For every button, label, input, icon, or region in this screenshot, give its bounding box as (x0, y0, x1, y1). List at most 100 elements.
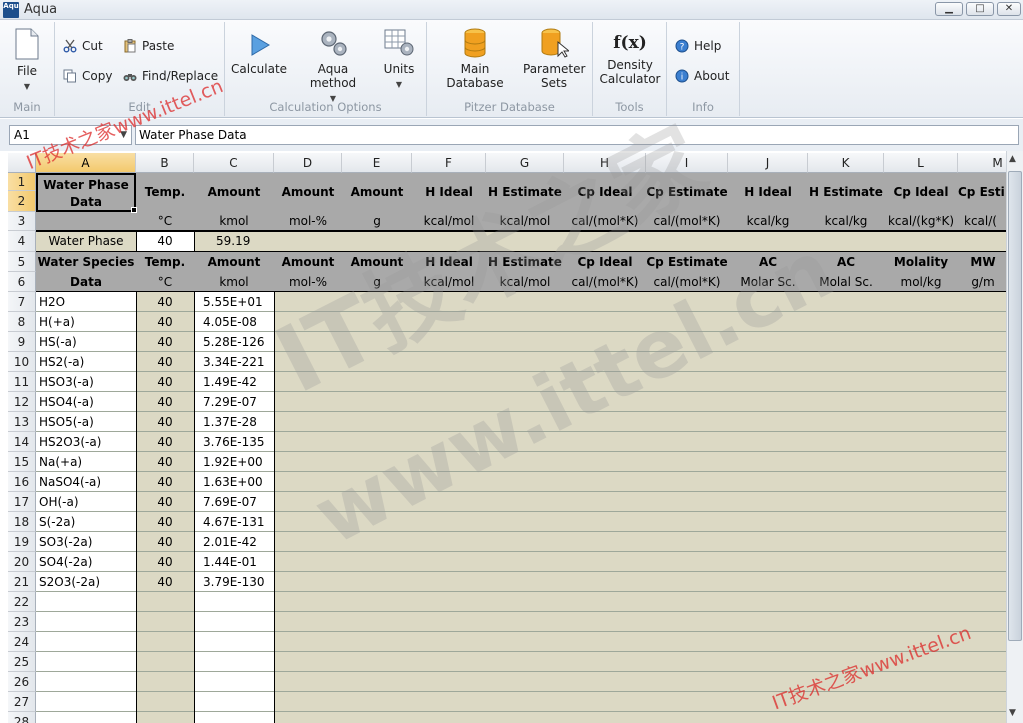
column-header-b[interactable]: B (136, 153, 194, 173)
species-temp-cell[interactable]: 40 (136, 332, 194, 352)
phase-unit-d[interactable]: mol-% (274, 212, 342, 231)
species-header-k[interactable]: AC (808, 252, 884, 272)
phase-unit-b[interactable]: °C (136, 212, 194, 231)
phase-header-d[interactable]: Amount (274, 173, 342, 212)
species-header-i[interactable]: Cp Estimate (646, 252, 728, 272)
species-amount-cell[interactable]: 1.37E-28 (194, 412, 274, 432)
row-header-23[interactable]: 23 (8, 612, 36, 632)
species-unit-j[interactable]: Molar Sc. (728, 272, 808, 292)
species-temp-cell[interactable]: 40 (136, 552, 194, 572)
phase-unit-m[interactable]: kcal/( (958, 212, 1008, 231)
species-temp-cell[interactable]: 40 (136, 432, 194, 452)
row-header-17[interactable]: 17 (8, 492, 36, 512)
phase-unit-f[interactable]: kcal/mol (412, 212, 486, 231)
species-name-cell[interactable]: HSO4(-a) (36, 392, 136, 412)
row-header-8[interactable]: 8 (8, 312, 36, 332)
species-header-m[interactable]: MW (958, 252, 1008, 272)
scrollbar-thumb[interactable] (1008, 171, 1022, 641)
column-header-j[interactable]: J (728, 153, 808, 173)
species-amount-cell[interactable]: 3.34E-221 (194, 352, 274, 372)
species-name-cell[interactable]: NaSO4(-a) (36, 472, 136, 492)
species-name-cell[interactable]: HS2(-a) (36, 352, 136, 372)
close-button[interactable]: ✕ (997, 2, 1021, 16)
minimize-button[interactable]: ▁ (935, 2, 963, 16)
species-unit-b[interactable]: °C (136, 272, 194, 292)
species-amount-cell[interactable]: 1.44E-01 (194, 552, 274, 572)
species-temp-cell[interactable]: 40 (136, 512, 194, 532)
species-temp-cell[interactable]: 40 (136, 412, 194, 432)
row-header-21[interactable]: 21 (8, 572, 36, 592)
species-unit-g[interactable]: kcal/mol (486, 272, 564, 292)
phase-unit-e[interactable]: g (342, 212, 412, 231)
species-header-e[interactable]: Amount (342, 252, 412, 272)
species-amount-cell[interactable]: 5.55E+01 (194, 292, 274, 312)
name-box[interactable]: A1 ▼ (9, 125, 132, 145)
row-header-5[interactable]: 5 (8, 252, 36, 272)
species-temp-cell[interactable]: 40 (136, 392, 194, 412)
species-temp-cell[interactable]: 40 (136, 492, 194, 512)
species-header-l[interactable]: Molality (884, 252, 958, 272)
phase-unit-g[interactable]: kcal/mol (486, 212, 564, 231)
species-header-h[interactable]: Cp Ideal (564, 252, 646, 272)
species-unit-k[interactable]: Molal Sc. (808, 272, 884, 292)
scroll-up-icon[interactable]: ▲ (1009, 154, 1016, 164)
scroll-down-icon[interactable]: ▼ (1009, 708, 1016, 718)
phase-header-h[interactable]: Cp Ideal (564, 173, 646, 212)
calculate-button[interactable]: Calculate (231, 32, 287, 76)
about-button[interactable]: i About (675, 69, 729, 83)
row-header-4[interactable]: 4 (8, 231, 36, 252)
species-header-j[interactable]: AC (728, 252, 808, 272)
row-header-20[interactable]: 20 (8, 552, 36, 572)
phase-header-e[interactable]: Amount (342, 173, 412, 212)
row-header-2[interactable]: 2 (8, 191, 36, 212)
species-amount-cell[interactable]: 1.92E+00 (194, 452, 274, 472)
species-temp-cell[interactable]: 40 (136, 572, 194, 592)
column-header-f[interactable]: F (412, 153, 486, 173)
species-temp-cell[interactable]: 40 (136, 372, 194, 392)
row-header-19[interactable]: 19 (8, 532, 36, 552)
species-temp-cell[interactable]: 40 (136, 452, 194, 472)
phase-unit-k[interactable]: kcal/kg (808, 212, 884, 231)
copy-button[interactable]: Copy (63, 69, 112, 83)
phase-title-cell[interactable]: Water Phase Data (36, 173, 136, 212)
formula-input[interactable]: Water Phase Data (135, 125, 1019, 145)
species-amount-cell[interactable]: 4.05E-08 (194, 312, 274, 332)
row-header-9[interactable]: 9 (8, 332, 36, 352)
row-header-26[interactable]: 26 (8, 672, 36, 692)
main-database-button[interactable]: Main Database (431, 28, 519, 90)
species-name-cell[interactable]: HS2O3(-a) (36, 432, 136, 452)
phase-unit-l[interactable]: kcal/(kg*K) (884, 212, 958, 231)
density-calculator-button[interactable]: f(x) Density Calculator (597, 32, 663, 86)
species-unit-m[interactable]: g/m (958, 272, 1008, 292)
help-button[interactable]: ? Help (675, 39, 721, 53)
row-header-25[interactable]: 25 (8, 652, 36, 672)
column-header-h[interactable]: H (564, 153, 646, 173)
row-header-6[interactable]: 6 (8, 272, 36, 292)
phase-unit-c[interactable]: kmol (194, 212, 274, 231)
cut-button[interactable]: Cut (63, 39, 103, 53)
phase-unit-j[interactable]: kcal/kg (728, 212, 808, 231)
species-amount-cell[interactable]: 2.01E-42 (194, 532, 274, 552)
chevron-down-icon[interactable]: ▼ (120, 126, 127, 144)
species-temp-cell[interactable]: 40 (136, 352, 194, 372)
species-amount-cell[interactable]: 5.28E-126 (194, 332, 274, 352)
species-header-g[interactable]: H Estimate (486, 252, 564, 272)
column-header-a[interactable]: A (36, 153, 136, 173)
species-unit-f[interactable]: kcal/mol (412, 272, 486, 292)
phase-unit-h[interactable]: cal/(mol*K) (564, 212, 646, 231)
species-unit-e[interactable]: g (342, 272, 412, 292)
row-header-18[interactable]: 18 (8, 512, 36, 532)
species-unit-h[interactable]: cal/(mol*K) (564, 272, 646, 292)
species-title-line1[interactable]: Water Species (36, 252, 136, 272)
column-header-d[interactable]: D (274, 153, 342, 173)
species-temp-cell[interactable]: 40 (136, 292, 194, 312)
species-amount-cell[interactable]: 7.29E-07 (194, 392, 274, 412)
row-header-16[interactable]: 16 (8, 472, 36, 492)
aqua-method-button[interactable]: Aqua method ▼ (293, 28, 373, 106)
row-header-1[interactable]: 1 (8, 173, 36, 191)
maximize-button[interactable]: □ (966, 2, 994, 16)
species-temp-cell[interactable]: 40 (136, 532, 194, 552)
vertical-scrollbar[interactable]: ▲ ▼ (1006, 151, 1023, 723)
phase-amount-cell[interactable]: 59.19 (194, 231, 274, 252)
phase-header-l[interactable]: Cp Ideal (884, 173, 958, 212)
